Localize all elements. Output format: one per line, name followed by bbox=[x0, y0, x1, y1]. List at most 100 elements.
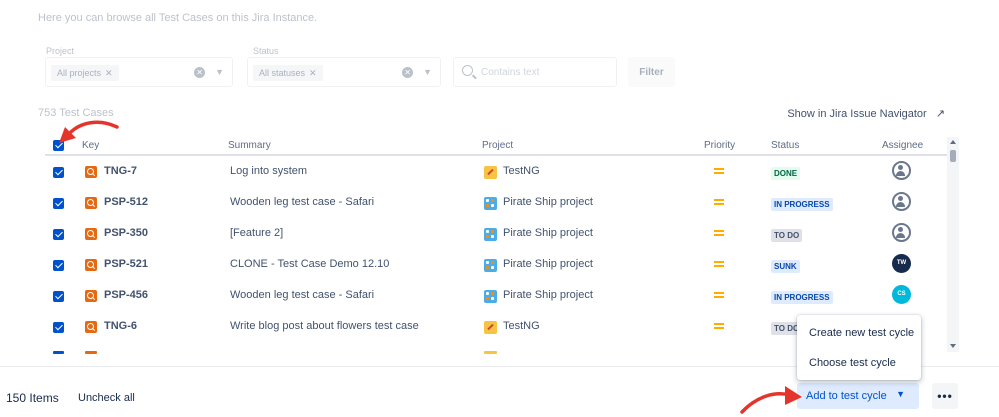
row-checkbox[interactable] bbox=[53, 198, 64, 209]
intro-text: Here you can browse all Test Cases on th… bbox=[38, 12, 318, 24]
row-checkbox[interactable] bbox=[53, 260, 64, 271]
filter-button[interactable]: Filter bbox=[628, 57, 675, 87]
priority-medium-icon bbox=[714, 199, 724, 205]
test-case-icon bbox=[85, 259, 97, 271]
header-project[interactable]: Project bbox=[482, 140, 513, 151]
row-checkbox[interactable] bbox=[53, 167, 64, 178]
priority-medium-icon bbox=[714, 323, 724, 329]
pirate-ship-project-icon bbox=[484, 228, 497, 241]
more-actions-button[interactable]: ••• bbox=[932, 383, 958, 409]
project-icon-edge bbox=[484, 351, 497, 354]
project-filter-label: Project bbox=[46, 46, 75, 56]
issue-navigator-link[interactable]: Show in Jira Issue Navigator ↗ bbox=[787, 107, 945, 120]
row-summary[interactable]: Wooden leg test case - Safari bbox=[230, 196, 374, 208]
status-badge: TO DO bbox=[771, 229, 803, 242]
row-project: Pirate Ship project bbox=[503, 227, 593, 239]
status-badge: IN PROGRESS bbox=[771, 291, 833, 304]
default-avatar-icon bbox=[892, 192, 911, 211]
chevron-down-icon: ▼ bbox=[896, 389, 905, 399]
row-key[interactable]: PSP-512 bbox=[104, 196, 148, 208]
partial-table-row bbox=[45, 350, 795, 362]
status-badge: SUNK bbox=[771, 260, 800, 273]
header-priority[interactable]: Priority bbox=[704, 140, 735, 151]
search-field[interactable] bbox=[453, 57, 617, 87]
row-project: TestNG bbox=[503, 165, 540, 177]
header-status[interactable]: Status bbox=[771, 140, 799, 151]
table-row[interactable]: PSP-350 [Feature 2] Pirate Ship project … bbox=[45, 219, 947, 250]
table-row[interactable]: PSP-521 CLONE - Test Case Demo 12.10 Pir… bbox=[45, 250, 947, 281]
chevron-down-icon[interactable]: ▼ bbox=[215, 67, 224, 77]
search-input[interactable] bbox=[481, 64, 611, 81]
priority-medium-icon bbox=[714, 292, 724, 298]
row-key[interactable]: PSP-456 bbox=[104, 289, 148, 301]
create-new-test-cycle-item[interactable]: Create new test cycle bbox=[797, 318, 921, 348]
test-case-icon bbox=[85, 228, 97, 240]
external-arrow-icon: ↗ bbox=[935, 108, 945, 120]
row-checkbox[interactable] bbox=[53, 322, 64, 333]
row-checkbox[interactable] bbox=[53, 291, 64, 302]
avatar: TW bbox=[892, 254, 911, 273]
scroll-down-icon[interactable] bbox=[950, 344, 956, 348]
scroll-up-icon[interactable] bbox=[950, 140, 956, 144]
status-badge: IN PROGRESS bbox=[771, 198, 833, 211]
chevron-down-icon[interactable]: ▼ bbox=[423, 67, 432, 77]
testng-project-icon bbox=[484, 321, 497, 334]
priority-medium-icon bbox=[714, 168, 724, 174]
scroll-thumb[interactable] bbox=[950, 150, 956, 162]
row-key[interactable]: TNG-7 bbox=[104, 165, 137, 177]
clear-icon[interactable]: ✕ bbox=[402, 66, 414, 78]
row-key[interactable]: PSP-350 bbox=[104, 227, 148, 239]
table-header: Key Summary Project Priority Status Assi… bbox=[45, 137, 947, 156]
row-project: TestNG bbox=[503, 320, 540, 332]
project-filter-select[interactable]: All projects ✕ ✕ ▼ bbox=[45, 57, 233, 87]
row-key[interactable]: PSP-521 bbox=[104, 258, 148, 270]
avatar: CS bbox=[892, 285, 911, 304]
table-row[interactable]: TNG-7 Log into system TestNG DONE bbox=[45, 157, 947, 188]
table-row[interactable]: PSP-512 Wooden leg test case - Safari Pi… bbox=[45, 188, 947, 219]
status-chip: All statuses ✕ bbox=[253, 65, 323, 81]
chip-remove-icon[interactable]: ✕ bbox=[309, 68, 317, 78]
table-scrollbar[interactable] bbox=[947, 137, 959, 352]
row-summary[interactable]: Log into system bbox=[230, 165, 307, 177]
default-avatar-icon bbox=[892, 161, 911, 180]
row-summary[interactable]: [Feature 2] bbox=[230, 227, 283, 239]
testng-project-icon bbox=[484, 166, 497, 179]
test-cycle-dropdown-menu: Create new test cycle Choose test cycle bbox=[797, 315, 921, 380]
row-key[interactable]: TNG-6 bbox=[104, 320, 137, 332]
pirate-ship-project-icon bbox=[484, 290, 497, 303]
selected-items-count: 150 Items bbox=[6, 391, 59, 405]
status-filter-label: Status bbox=[253, 46, 279, 56]
select-all-checkbox[interactable] bbox=[53, 140, 64, 151]
row-summary[interactable]: Write blog post about flowers test case bbox=[230, 320, 419, 332]
header-key[interactable]: Key bbox=[82, 140, 99, 151]
row-project: Pirate Ship project bbox=[503, 196, 593, 208]
row-checkbox-edge bbox=[53, 351, 64, 354]
test-case-icon bbox=[85, 321, 97, 333]
pirate-ship-project-icon bbox=[484, 197, 497, 210]
row-project: Pirate Ship project bbox=[503, 258, 593, 270]
row-checkbox[interactable] bbox=[53, 229, 64, 240]
add-to-test-cycle-button[interactable]: Add to test cycle ▼ bbox=[797, 383, 919, 409]
header-summary[interactable]: Summary bbox=[228, 140, 271, 151]
default-avatar-icon bbox=[892, 223, 911, 242]
row-summary[interactable]: Wooden leg test case - Safari bbox=[230, 289, 374, 301]
row-summary[interactable]: CLONE - Test Case Demo 12.10 bbox=[230, 258, 389, 270]
header-assignee[interactable]: Assignee bbox=[882, 140, 923, 151]
uncheck-all-button[interactable]: Uncheck all bbox=[78, 392, 135, 404]
pirate-ship-project-icon bbox=[484, 259, 497, 272]
project-chip: All projects ✕ bbox=[51, 65, 119, 81]
clear-icon[interactable]: ✕ bbox=[194, 66, 206, 78]
test-case-icon bbox=[85, 290, 97, 302]
test-case-icon-edge bbox=[85, 351, 97, 354]
choose-test-cycle-item[interactable]: Choose test cycle bbox=[797, 348, 921, 378]
test-case-icon bbox=[85, 166, 97, 178]
chip-remove-icon[interactable]: ✕ bbox=[105, 68, 113, 78]
row-project: Pirate Ship project bbox=[503, 289, 593, 301]
status-badge: DONE bbox=[771, 167, 801, 180]
priority-medium-icon bbox=[714, 261, 724, 267]
test-case-icon bbox=[85, 197, 97, 209]
search-icon bbox=[462, 65, 473, 76]
status-filter-select[interactable]: All statuses ✕ ✕ ▼ bbox=[247, 57, 441, 87]
test-case-count: 753 Test Cases bbox=[38, 107, 114, 119]
table-row[interactable]: PSP-456 Wooden leg test case - Safari Pi… bbox=[45, 281, 947, 312]
